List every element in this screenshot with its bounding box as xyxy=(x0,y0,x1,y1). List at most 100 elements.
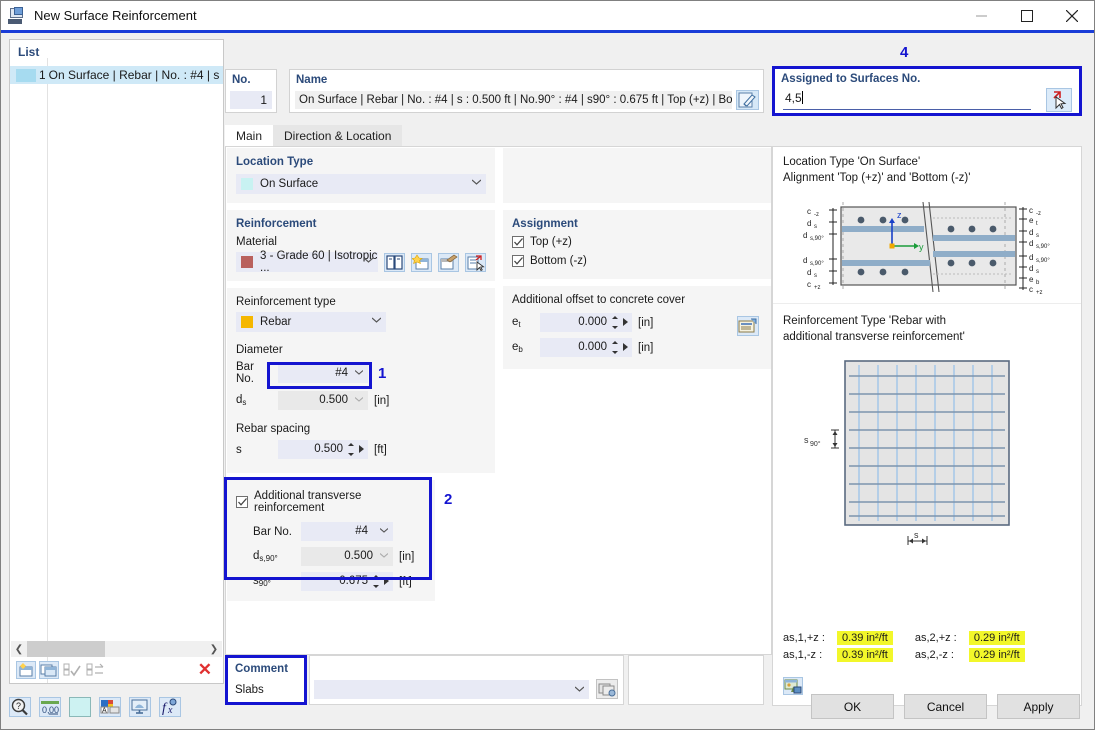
transverse-bar-no-label: Bar No. xyxy=(253,525,292,538)
offset-group: Additional offset to concrete cover et 0… xyxy=(503,286,771,369)
select-all-icon[interactable] xyxy=(62,661,82,679)
new-material-icon[interactable] xyxy=(411,252,432,272)
transverse-bar-no-select[interactable]: #4 xyxy=(301,522,393,541)
list-horizontal-scrollbar[interactable]: ❮ ❯ xyxy=(11,641,222,657)
svg-text:c: c xyxy=(807,207,811,216)
close-icon[interactable] xyxy=(1049,1,1094,30)
svg-text:s,90°: s,90° xyxy=(810,261,824,267)
name-input[interactable]: On Surface | Rebar | No. : #4 | s : 0.50… xyxy=(295,91,732,109)
invert-selection-icon[interactable] xyxy=(85,661,105,679)
title-bar: New Surface Reinforcement xyxy=(1,1,1094,30)
maximize-icon[interactable] xyxy=(1004,1,1049,30)
eb-input[interactable]: 0.000 xyxy=(540,338,632,357)
list-item[interactable]: 1 On Surface | Rebar | No. : #4 | s : 0.… xyxy=(10,66,223,84)
tab-main[interactable]: Main xyxy=(225,125,274,146)
material-select[interactable]: 3 - Grade 60 | Isotropic ... xyxy=(236,250,378,274)
svg-text:x: x xyxy=(167,705,173,716)
expand-arrow-icon[interactable] xyxy=(384,577,389,585)
rebar-spacing-label: Rebar spacing xyxy=(236,423,311,435)
assigned-surfaces-input[interactable]: 4,5 xyxy=(783,91,1031,110)
name-field-box: Name On Surface | Rebar | No. : #4 | s :… xyxy=(289,69,764,113)
delete-material-icon[interactable] xyxy=(465,252,486,272)
svg-text:-z: -z xyxy=(1036,211,1041,217)
comment-browse-icon[interactable] xyxy=(596,679,618,699)
et-input[interactable]: 0.000 xyxy=(540,313,632,332)
expand-arrow-icon[interactable] xyxy=(359,445,364,453)
display-properties-icon[interactable]: A xyxy=(99,697,121,717)
chevron-down-icon xyxy=(355,397,363,405)
eb-unit: [in] xyxy=(638,341,654,354)
svg-text:s,90°: s,90° xyxy=(1036,244,1050,250)
apply-button[interactable]: Apply xyxy=(997,694,1080,719)
scroll-right-icon[interactable]: ❯ xyxy=(206,641,222,657)
svg-text:s,90°: s,90° xyxy=(1036,258,1050,264)
help-icon[interactable]: ? xyxy=(9,697,31,717)
svg-text:d: d xyxy=(807,219,811,228)
s90-input[interactable]: 0.675 xyxy=(301,572,393,591)
edit-name-icon[interactable] xyxy=(736,90,759,110)
name-field-label: Name xyxy=(296,74,328,86)
annotation-1: 1 xyxy=(378,365,387,382)
view-settings-icon[interactable] xyxy=(129,697,151,717)
material-library-icon[interactable] xyxy=(384,252,405,272)
comment-label: Comment xyxy=(235,663,289,675)
spinner-icon[interactable] xyxy=(611,341,619,354)
transverse-bar-no-value: #4 xyxy=(355,525,368,537)
scroll-thumb[interactable] xyxy=(27,641,105,657)
spinner-icon[interactable] xyxy=(611,316,619,329)
comment-input-panel xyxy=(309,655,624,705)
svg-text:s: s xyxy=(814,273,817,279)
et-label: et xyxy=(512,316,521,329)
edit-material-icon[interactable] xyxy=(438,252,459,272)
new-item-icon[interactable] xyxy=(16,660,36,679)
reinforcement-type-label: Reinforcement type xyxy=(236,296,336,308)
scroll-left-icon[interactable]: ❮ xyxy=(11,641,27,657)
info-line-4: additional transverse reinforcement' xyxy=(783,330,965,343)
transverse-group: Additional transverse reinforcement Bar … xyxy=(227,480,435,601)
location-type-select[interactable]: On Surface xyxy=(236,174,486,194)
transverse-checkbox[interactable] xyxy=(236,496,248,508)
copy-item-icon[interactable] xyxy=(39,660,59,679)
reinforcement-type-select[interactable]: Rebar xyxy=(236,312,386,332)
spinner-icon[interactable] xyxy=(372,575,380,588)
reinforcement-title: Reinforcement xyxy=(236,218,317,230)
bottom-checkbox[interactable] xyxy=(512,255,524,267)
info-line-3: Reinforcement Type 'Rebar with xyxy=(783,315,947,328)
tab-direction-location[interactable]: Direction & Location xyxy=(273,125,403,146)
location-type-title: Location Type xyxy=(236,156,314,168)
assigned-surfaces-value: 4,5 xyxy=(785,91,802,105)
comment-input[interactable] xyxy=(314,680,589,699)
scroll-track[interactable] xyxy=(27,641,206,657)
bar-no-select[interactable]: #4 xyxy=(278,363,368,383)
color-swatch-icon[interactable] xyxy=(69,697,91,717)
result-label-1: as,1,+z : xyxy=(783,632,825,644)
cancel-button[interactable]: Cancel xyxy=(904,694,987,719)
number-input[interactable]: 1 xyxy=(230,91,272,109)
annotation-4: 4 xyxy=(900,44,909,61)
svg-text:s,90°: s,90° xyxy=(810,236,824,242)
minimize-icon[interactable] xyxy=(959,1,1004,30)
decimal-places-icon[interactable]: 0, 00 xyxy=(39,697,61,717)
top-checkbox[interactable] xyxy=(512,236,524,248)
ds90-input[interactable]: 0.500 xyxy=(301,547,393,566)
location-type-value: On Surface xyxy=(260,178,319,190)
svg-text:t: t xyxy=(1036,221,1038,227)
auxiliary-panel xyxy=(628,655,764,705)
result-label-3: as,1,-z : xyxy=(783,649,823,661)
list-rows: 1 On Surface | Rebar | No. : #4 | s : 0.… xyxy=(10,66,223,636)
delete-item-icon[interactable]: ✕ xyxy=(198,661,212,678)
list-title: List xyxy=(18,45,40,59)
results-export-icon[interactable] xyxy=(783,677,803,695)
expand-arrow-icon[interactable] xyxy=(623,343,628,351)
ds-input[interactable]: 0.500 xyxy=(278,391,368,410)
pick-surfaces-icon[interactable] xyxy=(1046,88,1072,112)
expand-arrow-icon[interactable] xyxy=(623,318,628,326)
spinner-icon[interactable] xyxy=(347,443,355,456)
offset-settings-icon[interactable] xyxy=(737,316,759,336)
window-title: New Surface Reinforcement xyxy=(34,8,197,23)
chevron-down-icon xyxy=(472,179,481,187)
formula-icon[interactable]: fx xyxy=(159,697,181,717)
ok-button[interactable]: OK xyxy=(811,694,894,719)
bar-no-value: #4 xyxy=(335,366,348,379)
s-input[interactable]: 0.500 xyxy=(278,440,368,459)
